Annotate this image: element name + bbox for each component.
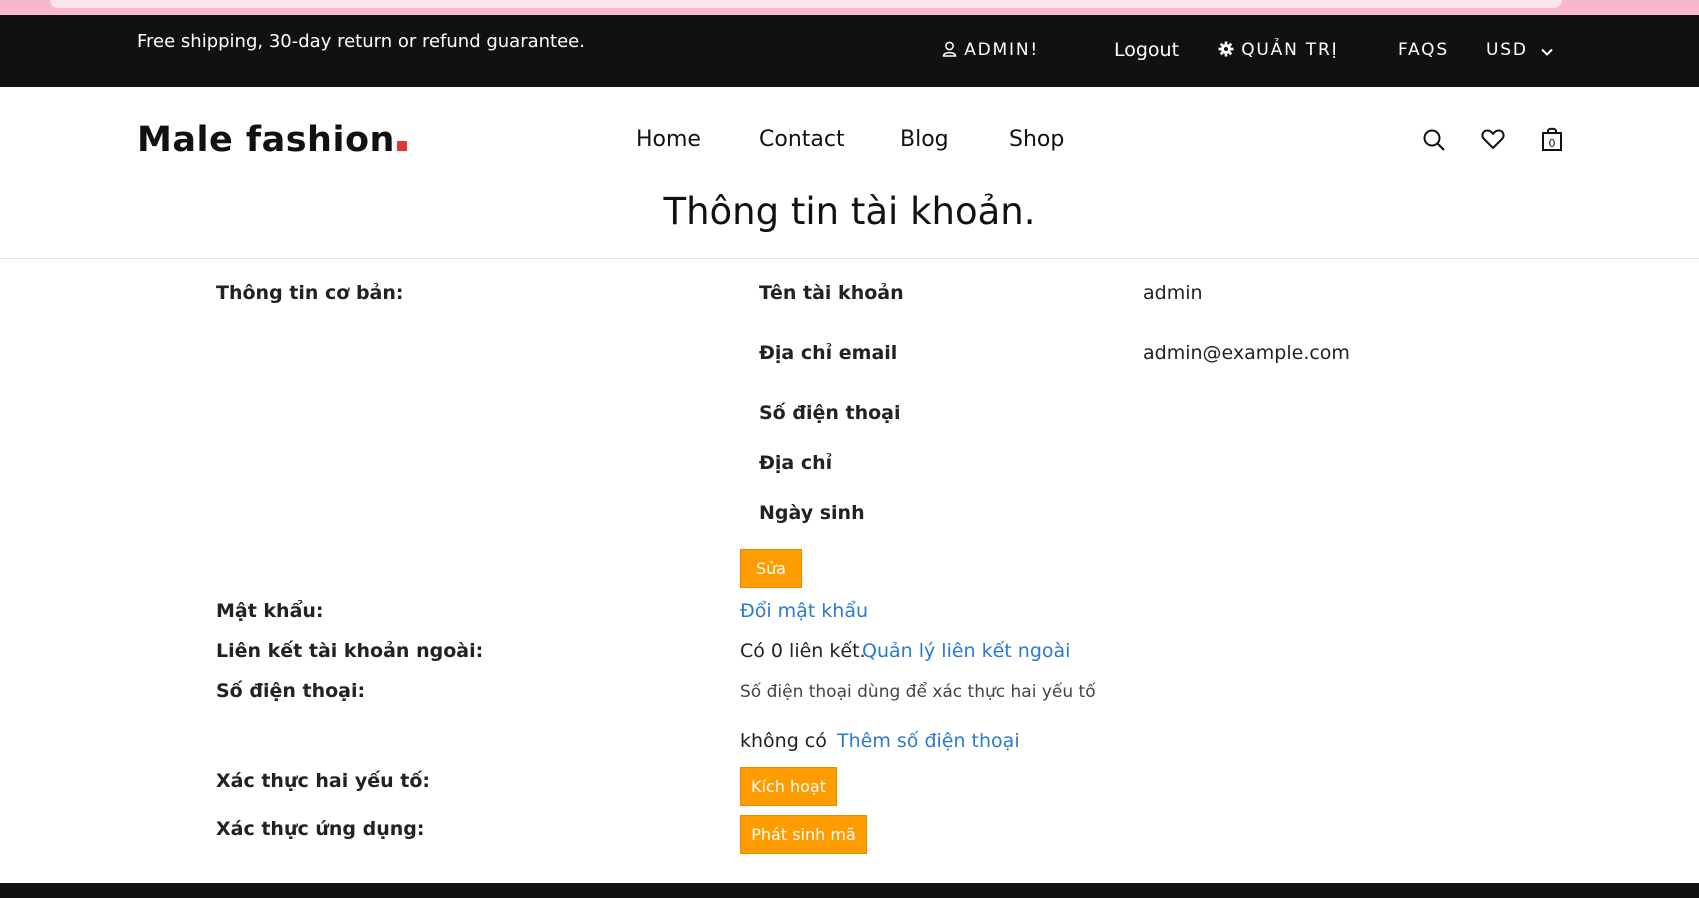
address-label: Địa chỉ: [759, 452, 833, 474]
phone-number-label: Số điện thoại: [759, 402, 901, 424]
edit-button[interactable]: Sửa: [740, 549, 802, 588]
gear-icon: [1218, 40, 1241, 60]
shipping-note: Free shipping, 30-day return or refund g…: [137, 31, 585, 52]
external-accounts-count: Có 0 liên kết.: [740, 640, 866, 662]
two-factor-label: Xác thực hai yếu tố:: [216, 770, 430, 792]
birthday-label: Ngày sinh: [759, 502, 865, 524]
username-label: Tên tài khoản: [759, 282, 904, 304]
page-title: Thông tin tài khoản.: [663, 190, 1036, 233]
admin-link[interactable]: QUẢN TRỊ: [1218, 40, 1338, 60]
faqs-link[interactable]: FAQS: [1398, 40, 1449, 60]
admin-label: QUẢN TRỊ: [1241, 40, 1339, 60]
heart-icon[interactable]: [1481, 128, 1505, 154]
phone-description: Số điện thoại dùng để xác thực hai yếu t…: [740, 682, 1096, 702]
user-account-link[interactable]: ADMIN!: [942, 40, 1039, 60]
cart-icon[interactable]: 0: [1540, 126, 1564, 156]
username-value: admin: [1143, 282, 1203, 304]
logout-link[interactable]: Logout: [1114, 39, 1179, 61]
logo-text: Male fashion: [137, 120, 395, 160]
app-auth-label: Xác thực ứng dụng:: [216, 818, 425, 840]
external-accounts-label: Liên kết tài khoản ngoài:: [216, 640, 484, 662]
cart-count: 0: [1549, 137, 1556, 150]
email-label: Địa chỉ email: [759, 342, 898, 364]
email-value: admin@example.com: [1143, 342, 1350, 364]
change-password-link[interactable]: Đổi mật khẩu: [740, 600, 868, 622]
site-logo[interactable]: Male fashion: [137, 120, 407, 160]
browser-chrome-strip: [0, 0, 1699, 15]
nav-contact[interactable]: Contact: [759, 127, 845, 152]
activate-two-factor-button[interactable]: Kích hoạt: [740, 767, 837, 806]
logo-dot: [396, 141, 407, 151]
generate-code-button[interactable]: Phát sinh mã: [740, 815, 867, 854]
user-label: ADMIN!: [964, 40, 1039, 60]
phone-status: không có: [740, 730, 827, 752]
currency-label: USD: [1486, 40, 1528, 60]
manage-external-links[interactable]: Quản lý liên kết ngoài: [862, 640, 1070, 662]
basic-info-label: Thông tin cơ bản:: [216, 282, 404, 304]
chevron-down-icon: [1541, 40, 1553, 60]
browser-address-bar[interactable]: [50, 0, 1562, 8]
site-header: Male fashion Home Contact Blog Shop 0: [0, 87, 1699, 177]
search-icon[interactable]: [1422, 128, 1446, 156]
nav-shop[interactable]: Shop: [1009, 127, 1064, 152]
phone-section-label: Số điện thoại:: [216, 680, 366, 702]
nav-home[interactable]: Home: [636, 127, 701, 152]
nav-blog[interactable]: Blog: [900, 127, 949, 152]
top-announcement-bar: Free shipping, 30-day return or refund g…: [0, 15, 1699, 87]
currency-selector[interactable]: USD: [1486, 40, 1553, 60]
footer-bar: [0, 883, 1699, 898]
add-phone-link[interactable]: Thêm số điện thoại: [837, 730, 1020, 752]
password-label: Mật khẩu:: [216, 600, 324, 622]
header-divider: [0, 258, 1699, 259]
user-icon: [942, 40, 964, 60]
